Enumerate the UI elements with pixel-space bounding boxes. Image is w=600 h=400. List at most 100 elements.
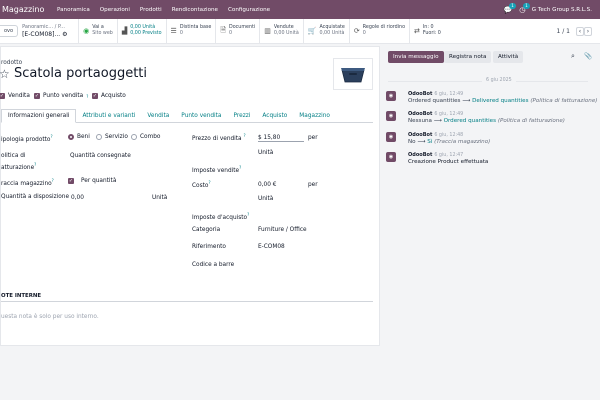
qty-value[interactable]: 0,00 — [71, 195, 84, 201]
smart-button-forecast-label: 0,00 Previsto — [130, 31, 162, 36]
traccia-label: raccia magazzino? — [1, 178, 54, 187]
message-author[interactable]: OdooBot — [408, 91, 432, 97]
breadcrumb-child[interactable]: P... — [58, 24, 65, 30]
prezzo-label: Prezzo di vendita ? — [192, 133, 246, 142]
note-input[interactable]: uesta nota è solo per uso interno. — [1, 314, 99, 320]
smart-button-purchased-value: 0,00 Unità — [319, 31, 345, 36]
tab-punto-vendita[interactable]: Punto vendita — [175, 109, 227, 122]
radio-servizio-dot[interactable] — [96, 134, 102, 140]
menu-item-operazioni[interactable]: Operazioni — [95, 7, 135, 13]
help-icon[interactable]: ? — [34, 162, 36, 167]
help-icon[interactable]: ? — [243, 133, 245, 138]
checkbox-punto-vendita-box[interactable]: ✓ — [34, 93, 40, 99]
activity-icon[interactable]: ◷ 1 — [518, 3, 530, 14]
note-title: OTE INTERNE — [1, 293, 42, 299]
menu-item-panoramica[interactable]: Panoramica — [52, 7, 95, 13]
search-icon[interactable]: ⌕ — [571, 52, 575, 61]
message-author[interactable]: OdooBot — [408, 132, 432, 138]
prezzo-input[interactable]: $ 15,80 — [258, 135, 304, 142]
smart-button-website[interactable]: ◉ Vai a Sito web — [78, 19, 117, 43]
radio-combo-dot[interactable] — [131, 134, 137, 140]
help-icon[interactable]: ? — [50, 134, 52, 139]
log-note-button[interactable]: Registra nota — [444, 51, 492, 63]
tab-attributi-varianti[interactable]: Attributi e varianti — [76, 109, 141, 122]
smart-button-website-label: Vai a — [92, 25, 104, 30]
control-panel: ovo Panoramic... / P... [E-COM08]... ⚙ ◉… — [0, 19, 600, 44]
star-icon[interactable]: ☆ — [0, 67, 10, 81]
smart-button-forecast[interactable]: ▟ 0,00 Unità 0,00 Previsto — [116, 19, 166, 43]
avatar[interactable]: ◉ — [386, 91, 396, 101]
avatar[interactable]: ◉ — [386, 152, 396, 162]
smart-button-documents[interactable]: 🗎 Documenti 0 — [215, 19, 259, 43]
radio-servizio[interactable]: Servizio — [96, 134, 128, 140]
breadcrumb-parent[interactable]: Panoramic... — [22, 24, 53, 30]
new-button[interactable]: ovo — [0, 25, 19, 37]
tab-vendita[interactable]: Vendita — [141, 109, 175, 122]
avatar[interactable]: ◉ — [386, 132, 396, 142]
smart-button-website-sub: Sito web — [92, 31, 113, 36]
riferimento-value[interactable]: E-COM08 — [258, 244, 285, 250]
help-icon[interactable]: ? — [52, 178, 54, 183]
costo-uom[interactable]: Unità — [258, 196, 273, 202]
menu-item-rendicontazione[interactable]: Rendicontazione — [167, 7, 223, 13]
prezzo-per: per — [308, 135, 318, 141]
checkbox-vendita[interactable]: ✓ Vendita — [0, 93, 30, 99]
chevron-right-icon[interactable]: › — [584, 26, 592, 36]
chevron-left-icon[interactable]: ‹ — [576, 26, 584, 36]
checkbox-per-quantita[interactable]: ✓ Per quantità — [68, 178, 116, 184]
radio-servizio-label: Servizio — [105, 134, 128, 140]
message-author[interactable]: OdooBot — [408, 111, 432, 117]
radio-combo[interactable]: Combo — [131, 134, 160, 140]
note-divider — [1, 301, 373, 302]
categoria-value[interactable]: Furniture / Office — [258, 227, 307, 233]
message-author[interactable]: OdooBot — [408, 152, 432, 158]
activity-button[interactable]: Attività — [493, 51, 524, 63]
smart-button-bom[interactable]: ☰ Distinta base 0 — [165, 19, 216, 43]
smart-button-sold-label: Vendute — [273, 25, 294, 30]
swap-icon: ⇄ — [414, 27, 420, 35]
help-icon[interactable]: ? — [208, 180, 210, 185]
checkbox-vendita-box[interactable]: ✓ — [0, 93, 5, 99]
company-name[interactable]: G Tech Group S.R.L.S. — [532, 7, 592, 13]
smart-buttons: ◉ Vai a Sito web ▟ 0,00 Unità 0,00 Previsto … — [78, 19, 445, 43]
tab-informazioni-generali[interactable]: Informazioni generali — [1, 109, 77, 123]
tab-magazzino[interactable]: Magazzino — [293, 109, 336, 122]
checkbox-punto-vendita[interactable]: ✓ Punto vendita? — [34, 93, 88, 99]
barcode-label: Codice a barre — [192, 262, 235, 268]
checkbox-per-quantita-box[interactable]: ✓ — [68, 178, 74, 184]
categoria-label: Categoria — [192, 227, 221, 233]
smart-button-reorder-rules[interactable]: ⟳ Regole di riordino 0 — [348, 19, 409, 43]
send-message-button[interactable]: Invia messaggio — [388, 51, 444, 63]
checkbox-acquisto-box[interactable]: ✓ — [92, 93, 98, 99]
menu-item-prodotti[interactable]: Prodotti — [135, 7, 167, 13]
old-value: Nessuna — [408, 118, 432, 124]
form-sheet: rodotto ☆ Scatola portaoggetti ✓ Vendita … — [0, 46, 380, 346]
date-separator: 6 giu 2025 — [482, 78, 516, 83]
smart-button-sold-value: 0,00 Unità — [273, 31, 299, 36]
prezzo-uom[interactable]: Unità — [258, 150, 273, 156]
product-image[interactable] — [333, 58, 373, 90]
radio-beni-dot[interactable] — [68, 134, 74, 140]
paperclip-icon[interactable]: 📎 — [584, 52, 592, 60]
storage-box-image — [341, 68, 365, 83]
costo-value[interactable]: 0,00 € — [258, 182, 276, 188]
app-name[interactable]: Magazzino — [2, 5, 52, 14]
tab-acquisto[interactable]: Acquisto — [256, 109, 293, 122]
menu-item-configurazione[interactable]: Configurazione — [223, 7, 275, 13]
avatar[interactable]: ◉ — [386, 111, 396, 121]
gear-icon[interactable]: ⚙ — [62, 31, 67, 38]
smart-button-purchased[interactable]: 🛒 Acquistate 0,00 Unità — [302, 19, 349, 43]
help-icon[interactable]: ? — [86, 94, 88, 99]
checkbox-per-quantita-label: Per quantità — [81, 178, 117, 184]
checkbox-acquisto[interactable]: ✓ Acquisto — [92, 93, 126, 99]
radio-beni[interactable]: Beni — [68, 134, 90, 140]
smart-button-sold[interactable]: ▥ Vendute 0,00 Unità — [259, 19, 303, 43]
tab-prezzi[interactable]: Prezzi — [228, 109, 257, 122]
politica-value[interactable]: Quantità consegnate — [70, 153, 131, 159]
help-icon[interactable]: ? — [247, 212, 249, 217]
help-icon[interactable]: ? — [239, 165, 241, 170]
pager-value[interactable]: 1 / 1 — [557, 28, 570, 35]
smart-button-in-out[interactable]: ⇄ In: 0 Fuori: 0 — [409, 19, 445, 43]
product-name-field[interactable]: Scatola portaoggetti — [14, 66, 147, 81]
messages-icon[interactable]: 💬 1 — [504, 3, 516, 14]
